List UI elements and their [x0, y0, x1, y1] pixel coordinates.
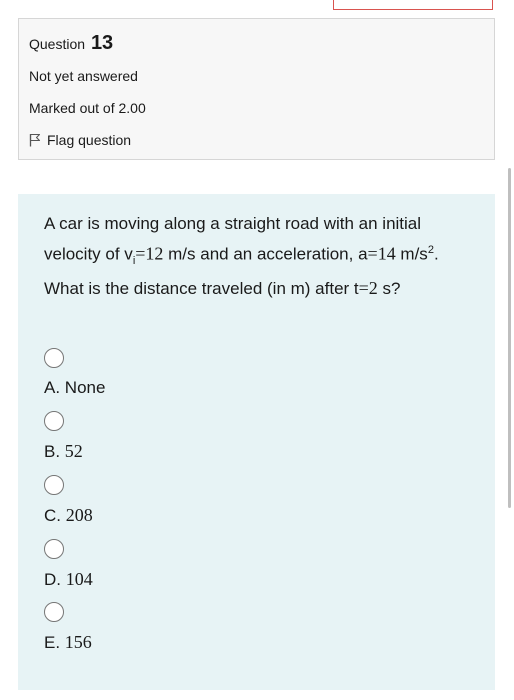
velocity-value: 12	[145, 243, 164, 264]
radio-button[interactable]	[44, 539, 64, 559]
question-grade: Marked out of 2.00	[29, 100, 146, 116]
question-content: A car is moving along a straight road wi…	[18, 194, 495, 690]
answer-option-a[interactable]: A. None	[44, 348, 105, 398]
radio-button[interactable]	[44, 348, 64, 368]
question-state: Not yet answered	[29, 68, 138, 84]
option-value: 104	[65, 569, 93, 589]
question-text: A car is moving along a straight road wi…	[44, 210, 472, 302]
question-text-part: m/s and an acceleration, a	[163, 244, 368, 264]
acceleration-value: 14	[377, 243, 396, 264]
question-label: Question	[29, 36, 86, 52]
option-value: 156	[64, 632, 92, 652]
option-value: 208	[65, 505, 93, 525]
flag-question-label: Flag question	[47, 132, 132, 148]
scrollbar[interactable]	[508, 168, 511, 508]
question-number: 13	[90, 32, 114, 54]
option-value: 52	[64, 441, 83, 461]
equals-sign: =	[367, 243, 378, 264]
answer-option-c[interactable]: C. 208	[44, 475, 93, 526]
option-letter: D.	[44, 570, 66, 589]
time-value: 2	[368, 278, 378, 299]
radio-button[interactable]	[44, 411, 64, 431]
question-heading: Question 13	[29, 32, 113, 55]
radio-button[interactable]	[44, 602, 64, 622]
equals-sign: =	[358, 278, 369, 299]
option-letter: A.	[44, 378, 65, 397]
option-letter: C.	[44, 506, 66, 525]
radio-button[interactable]	[44, 475, 64, 495]
question-text-part: m/s	[395, 244, 428, 264]
answer-option-label[interactable]: A. None	[44, 378, 105, 398]
answer-option-label[interactable]: B. 52	[44, 441, 83, 462]
answer-option-label[interactable]: C. 208	[44, 505, 93, 526]
flag-icon	[29, 133, 41, 147]
equals-sign: =	[135, 243, 146, 264]
flag-question-link[interactable]: Flag question	[29, 132, 131, 148]
option-letter: E.	[44, 633, 65, 652]
option-letter: B.	[44, 442, 65, 461]
answer-option-b[interactable]: B. 52	[44, 411, 83, 462]
question-text-part: s?	[377, 279, 401, 299]
option-value: None	[64, 378, 106, 397]
answer-option-label[interactable]: E. 156	[44, 632, 92, 653]
answer-option-e[interactable]: E. 156	[44, 602, 92, 653]
answer-option-label[interactable]: D. 104	[44, 569, 93, 590]
answer-option-d[interactable]: D. 104	[44, 539, 93, 590]
previous-panel-edge	[333, 0, 493, 10]
question-info-panel: Question 13 Not yet answered Marked out …	[18, 18, 495, 160]
